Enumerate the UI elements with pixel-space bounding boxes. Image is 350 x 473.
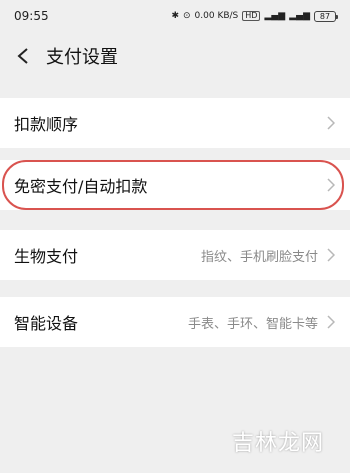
signal-icon: ▂▄▆ — [264, 10, 286, 21]
bluetooth-icon: ✱ — [171, 10, 179, 21]
status-time: 09:55 — [14, 9, 49, 23]
nav-header: 支付设置 — [0, 32, 350, 80]
item-label: 扣款顺序 — [14, 115, 79, 134]
settings-item-deduction-order[interactable]: 扣款顺序 — [0, 98, 350, 148]
chevron-right-icon — [326, 178, 336, 192]
settings-item-password-free-payment[interactable]: 免密支付/自动扣款 — [0, 160, 350, 210]
chevron-right-icon — [326, 248, 336, 262]
signal2-icon: ▂▄▆ — [289, 10, 310, 21]
settings-item-smart-devices[interactable]: 智能设备 手表、手环、智能卡等 — [0, 297, 350, 347]
settings-badge-icon: ⊙ — [183, 10, 191, 21]
chevron-right-icon — [326, 315, 336, 329]
net-speed: 0.00 KB/S — [194, 10, 239, 21]
item-label: 智能设备 — [14, 314, 79, 333]
battery-level: 87 — [319, 11, 331, 21]
battery-icon: 87 — [314, 10, 338, 22]
item-label: 免密支付/自动扣款 — [14, 177, 148, 196]
item-value: 指纹、手机刷脸支付 — [200, 249, 318, 265]
item-label: 生物支付 — [14, 247, 79, 266]
watermark-text: 吉林龙网 — [231, 431, 324, 456]
status-icons: ✱ ⊙ 0.00 KB/S HD ▂▄▆ ▂▄▆ 87 — [171, 10, 338, 22]
status-bar: 09:55 ✱ ⊙ 0.00 KB/S HD ▂▄▆ ▂▄▆ 87 — [0, 0, 350, 32]
item-value: 手表、手环、智能卡等 — [187, 316, 318, 332]
page-title: 支付设置 — [46, 47, 118, 68]
hd-icon: HD — [242, 11, 261, 21]
settings-item-biometric-payment[interactable]: 生物支付 指纹、手机刷脸支付 — [0, 230, 350, 280]
back-arrow-icon[interactable] — [12, 45, 34, 67]
chevron-right-icon — [326, 116, 336, 130]
